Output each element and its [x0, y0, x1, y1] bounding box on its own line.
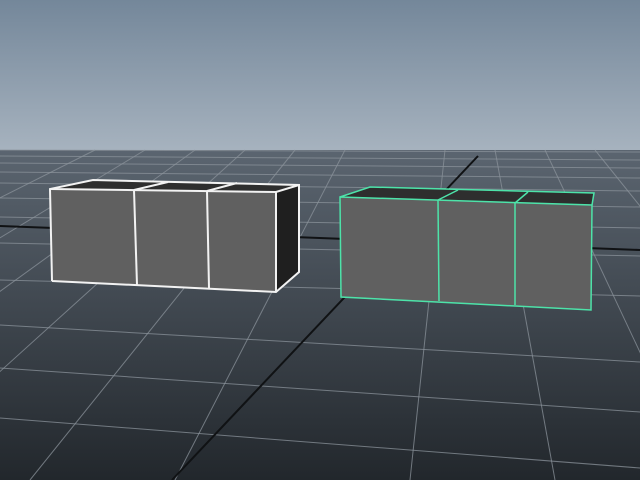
cube-front-face: [50, 189, 276, 292]
cube-group-left[interactable]: [48, 178, 300, 294]
sky-gradient: [0, 0, 640, 152]
3d-viewport[interactable]: [0, 0, 640, 480]
wire-edge: [437, 199, 440, 302]
perspective-scene[interactable]: [0, 0, 640, 480]
cube-front-face: [340, 197, 592, 310]
cube-group-right[interactable]: [339, 186, 595, 311]
